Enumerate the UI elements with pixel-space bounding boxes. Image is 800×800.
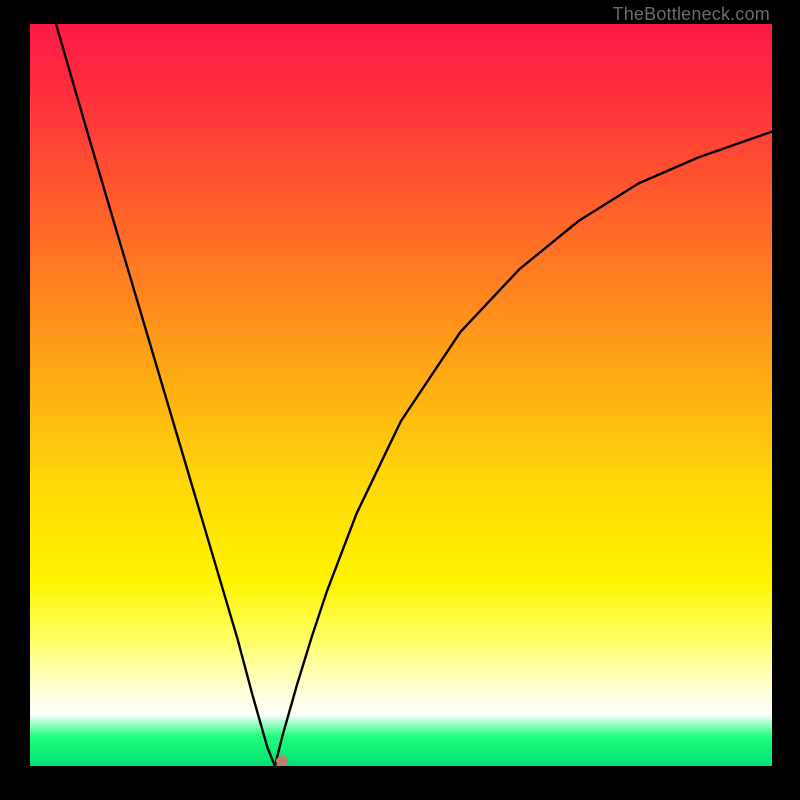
bottleneck-curve bbox=[30, 24, 772, 766]
chart-plot-area bbox=[30, 24, 772, 766]
watermark-text: TheBottleneck.com bbox=[613, 4, 770, 25]
vertex-marker bbox=[276, 756, 288, 766]
